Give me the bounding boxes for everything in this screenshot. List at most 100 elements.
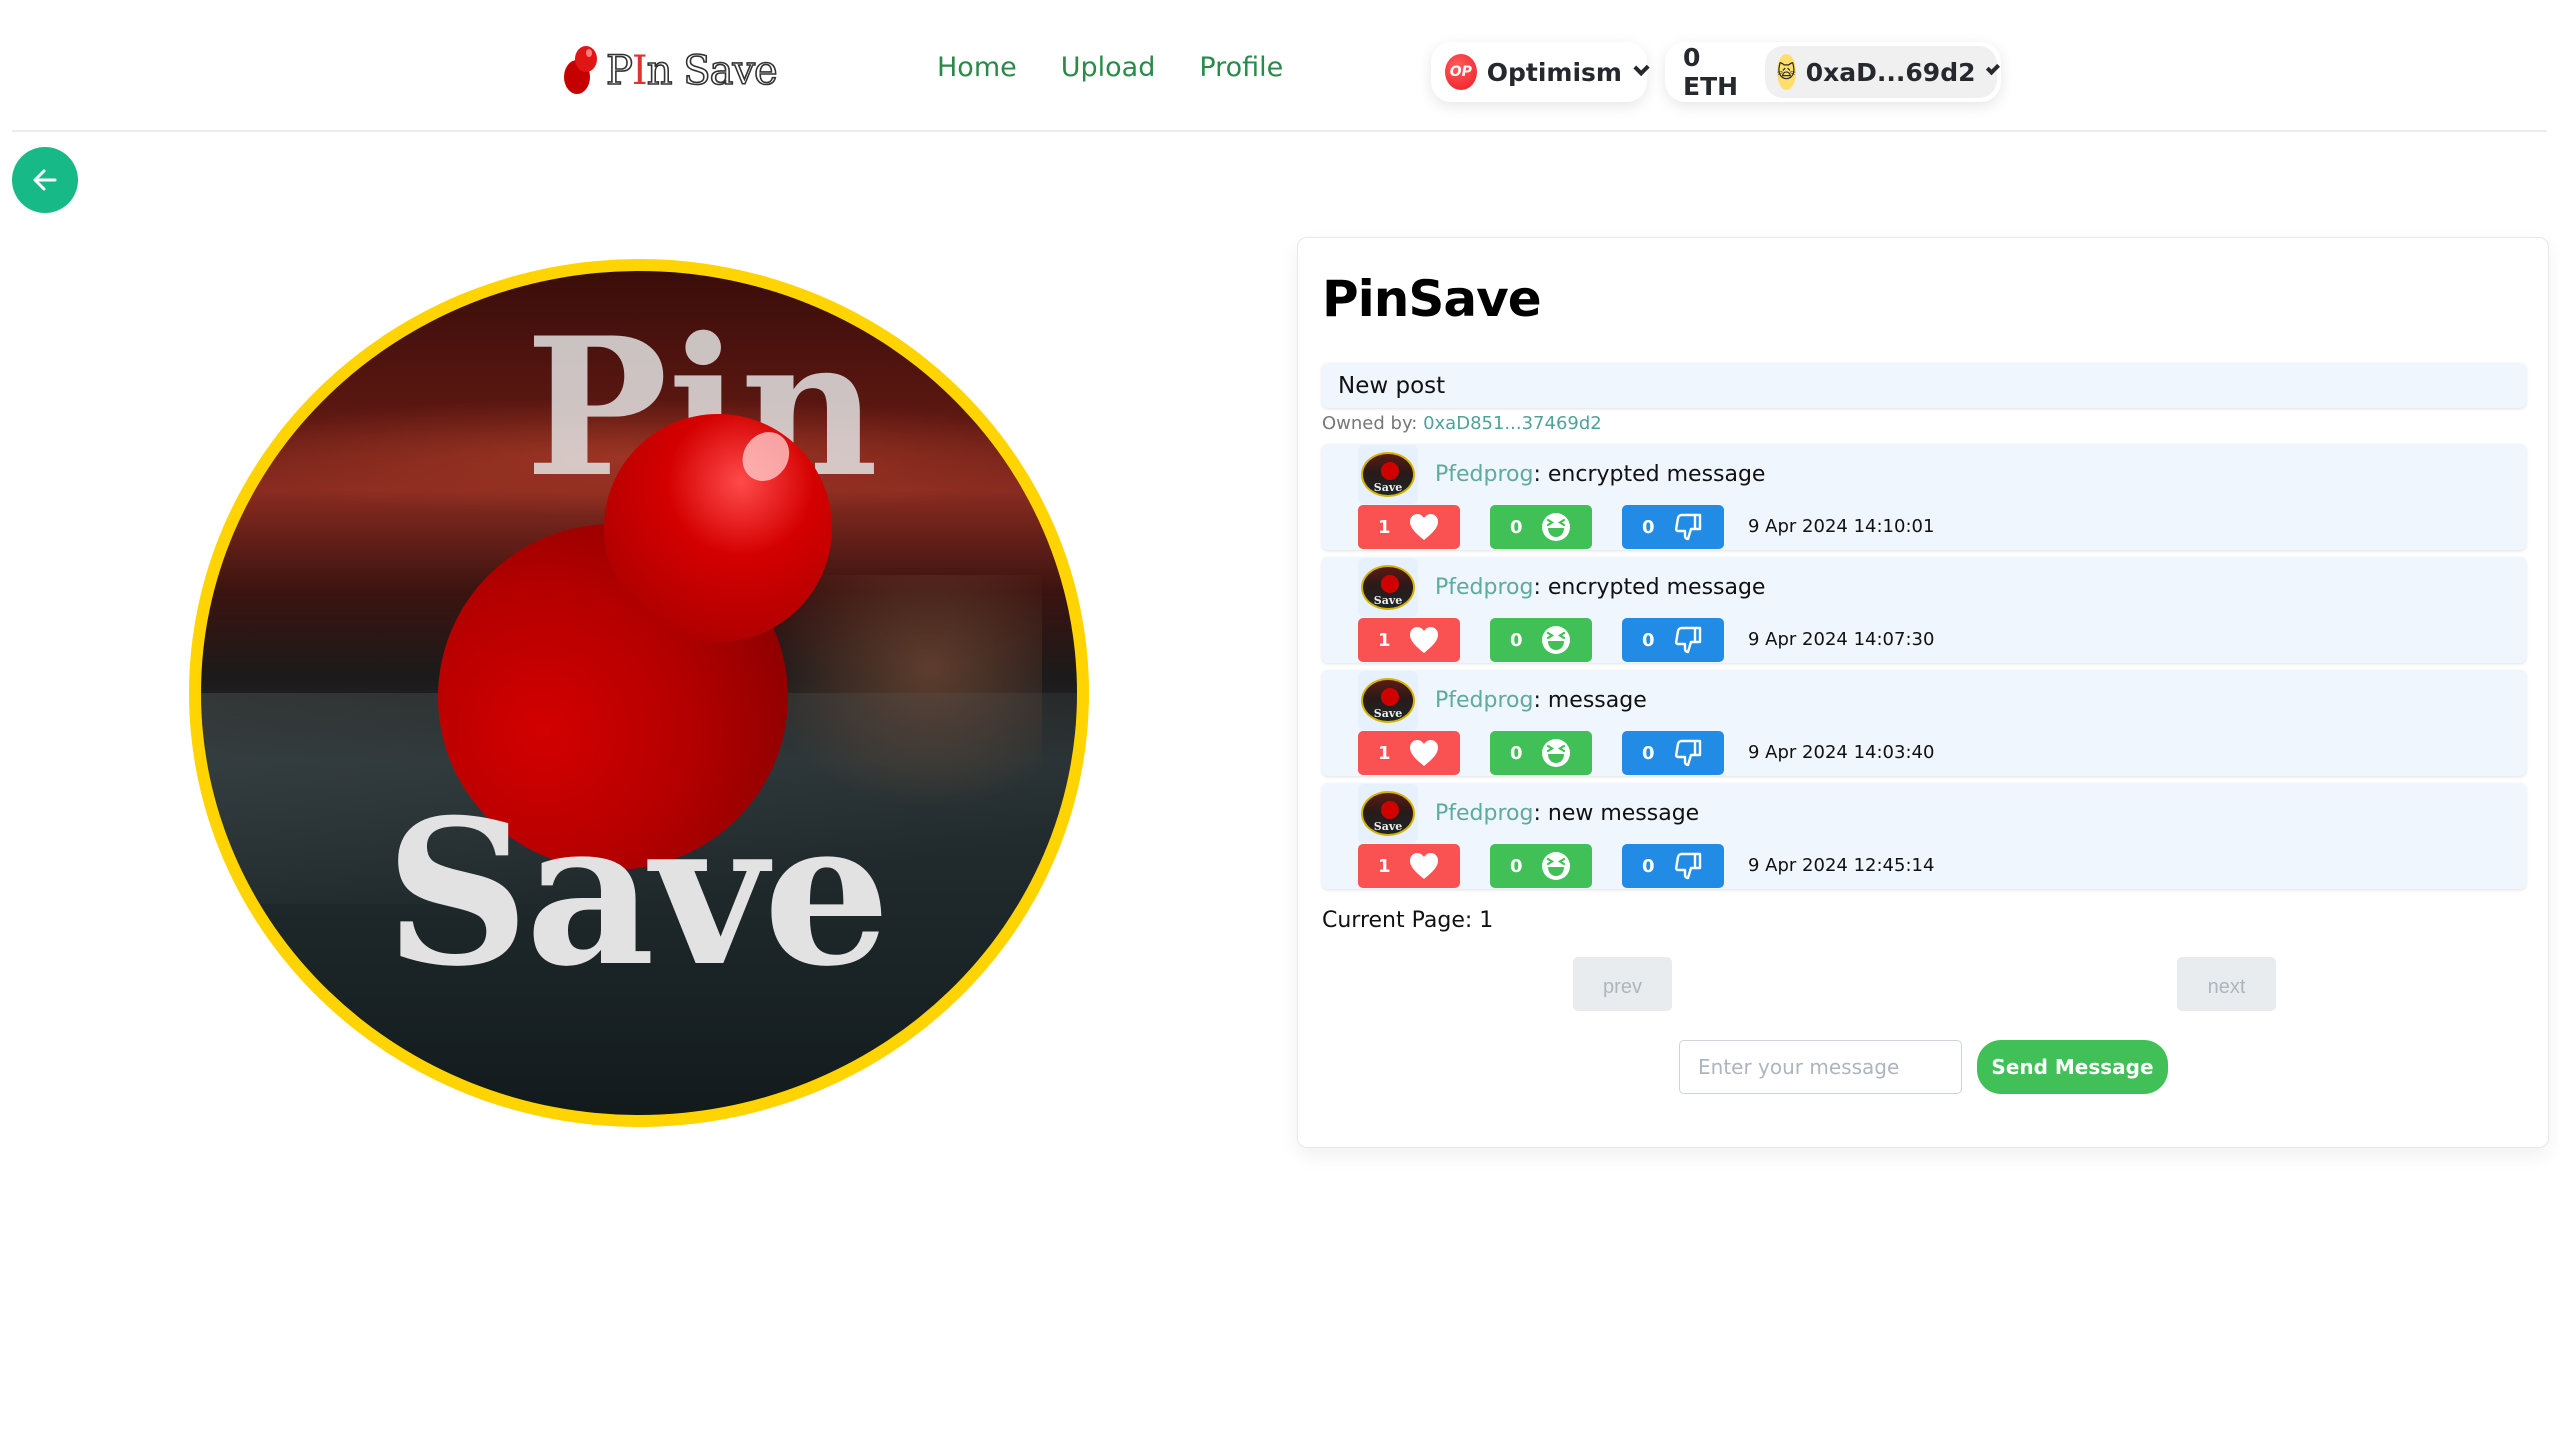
laugh-count: 0 <box>1510 629 1523 651</box>
like-button[interactable]: 1 <box>1358 731 1460 775</box>
avatar[interactable]: Save <box>1358 671 1418 730</box>
dislike-button[interactable]: 0 <box>1622 731 1724 775</box>
message-item: Save Pfedprog: message 1 0 0 9 Apr 2024 … <box>1322 670 2526 776</box>
owner-label: Owned by: <box>1322 413 1424 434</box>
laugh-count: 0 <box>1510 855 1523 877</box>
thumbs-down-icon <box>1673 625 1703 655</box>
thumbs-down-icon <box>1673 738 1703 768</box>
account-button[interactable]: 🙀 0xaD...69d2 <box>1765 46 2001 98</box>
message-timestamp: 9 Apr 2024 14:10:01 <box>1748 516 1935 537</box>
message-author-link[interactable]: Pfedprog <box>1435 801 1533 826</box>
dislike-button[interactable]: 0 <box>1622 505 1724 549</box>
pushpin-head <box>603 414 832 643</box>
image-word-save: Save <box>384 776 890 1012</box>
post-description: New post <box>1322 363 2526 408</box>
heart-icon <box>1409 739 1439 767</box>
dislike-button[interactable]: 0 <box>1622 844 1724 888</box>
like-count: 1 <box>1378 629 1391 651</box>
wallet-button[interactable]: 0 ETH 🙀 0xaD...69d2 <box>1665 42 2001 102</box>
message-item: Save Pfedprog: encrypted message 1 0 0 9… <box>1322 557 2526 663</box>
chain-selector-button[interactable]: OP Optimism <box>1431 42 1650 102</box>
nav-upload[interactable]: Upload <box>1061 52 1156 83</box>
laughing-face-icon <box>1541 512 1571 542</box>
message-content: Pfedprog: encrypted message <box>1435 575 1765 600</box>
top-navbar: PIn Save Home Upload Profile OP Optimism… <box>0 0 2559 132</box>
dislike-count: 0 <box>1642 516 1655 538</box>
post-details-card: PinSave New post Owned by: 0xaD851...374… <box>1297 237 2549 1148</box>
dislike-count: 0 <box>1642 629 1655 651</box>
pinsave-avatar-icon: Save <box>1361 678 1415 723</box>
message-item: Save Pfedprog: new message 1 0 0 9 Apr 2… <box>1322 783 2526 889</box>
dislike-count: 0 <box>1642 855 1655 877</box>
heart-icon <box>1409 852 1439 880</box>
message-separator: : <box>1533 462 1548 487</box>
next-page-button[interactable]: next <box>2177 957 2276 1011</box>
message-author-link[interactable]: Pfedprog <box>1435 688 1533 713</box>
chevron-down-icon <box>1986 61 2001 75</box>
header-divider <box>12 130 2547 132</box>
message-timestamp: 9 Apr 2024 14:03:40 <box>1748 742 1935 763</box>
like-count: 1 <box>1378 855 1391 877</box>
current-page-label: Current Page: 1 <box>1322 908 1494 933</box>
main-nav: Home Upload Profile <box>937 52 1283 83</box>
thumbs-down-icon <box>1673 851 1703 881</box>
logo-wordmark: PIn Save <box>605 48 778 94</box>
message-text: encrypted message <box>1547 575 1766 600</box>
laugh-button[interactable]: 0 <box>1490 505 1592 549</box>
send-message-button[interactable]: Send Message <box>1977 1040 2168 1094</box>
optimism-logo-icon: OP <box>1445 54 1477 90</box>
wallet-balance: 0 ETH <box>1683 43 1739 101</box>
avatar[interactable]: Save <box>1358 445 1418 504</box>
avatar[interactable]: Save <box>1358 784 1418 843</box>
message-content: Pfedprog: encrypted message <box>1435 462 1765 487</box>
owner-address-link[interactable]: 0xaD851...37469d2 <box>1423 413 1602 434</box>
pinsave-avatar-icon: Save <box>1361 452 1415 497</box>
message-item: Save Pfedprog: encrypted message 1 0 0 9… <box>1322 444 2526 550</box>
like-count: 1 <box>1378 516 1391 538</box>
post-title: PinSave <box>1322 270 1542 328</box>
post-image: Pin Save <box>189 259 1089 1127</box>
message-timestamp: 9 Apr 2024 12:45:14 <box>1748 855 1935 876</box>
like-button[interactable]: 1 <box>1358 844 1460 888</box>
laughing-face-icon <box>1541 851 1571 881</box>
like-count: 1 <box>1378 742 1391 764</box>
laugh-button[interactable]: 0 <box>1490 844 1592 888</box>
laughing-face-icon <box>1541 625 1571 655</box>
laughing-face-icon <box>1541 738 1571 768</box>
back-button[interactable] <box>12 147 78 213</box>
message-separator: : <box>1533 688 1548 713</box>
avatar[interactable]: Save <box>1358 558 1418 617</box>
pushpin-icon <box>562 43 602 99</box>
message-separator: : <box>1533 575 1548 600</box>
message-text: message <box>1547 688 1647 713</box>
laugh-count: 0 <box>1510 742 1523 764</box>
like-button[interactable]: 1 <box>1358 505 1460 549</box>
message-content: Pfedprog: new message <box>1435 801 1699 826</box>
pinsave-logo[interactable]: PIn Save <box>562 40 782 102</box>
chevron-down-icon <box>1633 59 1650 77</box>
message-separator: : <box>1533 801 1548 826</box>
post-owner: Owned by: 0xaD851...37469d2 <box>1322 413 1602 434</box>
message-input[interactable] <box>1679 1040 1962 1094</box>
heart-icon <box>1409 626 1439 654</box>
post-image-content: Pin Save <box>201 271 1077 1115</box>
chain-name: Optimism <box>1486 57 1622 87</box>
message-text: encrypted message <box>1547 462 1766 487</box>
nav-home[interactable]: Home <box>937 52 1017 83</box>
prev-page-button[interactable]: prev <box>1573 957 1672 1011</box>
message-timestamp: 9 Apr 2024 14:07:30 <box>1748 629 1935 650</box>
message-content: Pfedprog: message <box>1435 688 1647 713</box>
dislike-count: 0 <box>1642 742 1655 764</box>
dislike-button[interactable]: 0 <box>1622 618 1724 662</box>
like-button[interactable]: 1 <box>1358 618 1460 662</box>
laugh-count: 0 <box>1510 516 1523 538</box>
message-author-link[interactable]: Pfedprog <box>1435 462 1533 487</box>
heart-icon <box>1409 513 1439 541</box>
arrow-left-icon <box>33 169 57 191</box>
message-list: Save Pfedprog: encrypted message 1 0 0 9… <box>1322 444 2526 896</box>
message-author-link[interactable]: Pfedprog <box>1435 575 1533 600</box>
laugh-button[interactable]: 0 <box>1490 731 1592 775</box>
cat-avatar-icon: 🙀 <box>1777 54 1796 90</box>
laugh-button[interactable]: 0 <box>1490 618 1592 662</box>
nav-profile[interactable]: Profile <box>1199 52 1283 83</box>
